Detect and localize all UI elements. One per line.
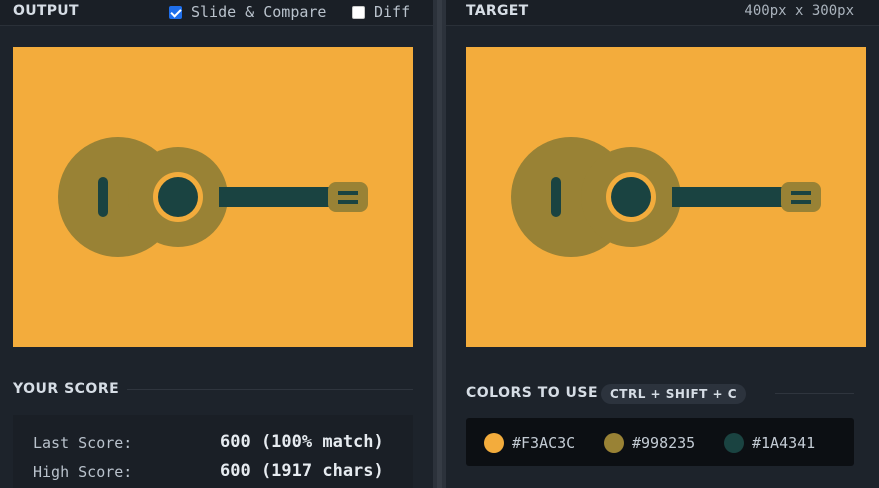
color-dot[interactable] bbox=[724, 433, 744, 453]
guitar-peg-bottom bbox=[791, 200, 811, 204]
copy-colors-shortcut: CTRL + SHIFT + C bbox=[601, 384, 747, 404]
color-swatch[interactable]: #998235 bbox=[604, 433, 695, 453]
guitar-headstock bbox=[328, 182, 368, 212]
output-header: OUTPUT Slide & Compare Diff bbox=[0, 0, 433, 26]
color-hex[interactable]: #1A4341 bbox=[752, 434, 815, 452]
target-title: TARGET bbox=[466, 3, 529, 19]
output-guitar bbox=[58, 137, 368, 257]
color-palette: #F3AC3C #998235 #1A4341 bbox=[466, 418, 854, 466]
colors-title: COLORS TO USE bbox=[466, 385, 599, 401]
slide-compare-toggle[interactable]: Slide & Compare bbox=[169, 3, 326, 21]
diff-label: Diff bbox=[374, 3, 411, 21]
score-box: Last Score: 600 (100% match) High Score:… bbox=[13, 415, 413, 488]
target-panel: TARGET 400px x 300px bbox=[446, 0, 879, 488]
high-score-label: High Score: bbox=[33, 463, 133, 481]
target-guitar bbox=[511, 137, 821, 257]
guitar-headstock bbox=[781, 182, 821, 212]
guitar-bridge bbox=[551, 177, 561, 217]
target-canvas bbox=[466, 47, 866, 347]
color-dot[interactable] bbox=[604, 433, 624, 453]
sound-hole bbox=[158, 177, 198, 217]
diff-toggle[interactable]: Diff bbox=[352, 3, 410, 21]
color-hex[interactable]: #998235 bbox=[632, 434, 695, 452]
color-swatch[interactable]: #1A4341 bbox=[724, 433, 815, 453]
score-title: YOUR SCORE bbox=[13, 381, 120, 397]
guitar-peg-top bbox=[338, 191, 358, 195]
diff-checkbox[interactable] bbox=[352, 5, 365, 19]
color-swatch[interactable]: #F3AC3C bbox=[484, 433, 575, 453]
target-dimensions: 400px x 300px bbox=[744, 3, 854, 19]
score-divider bbox=[127, 389, 413, 390]
high-score-value: 600 (1917 chars) bbox=[220, 461, 384, 481]
slide-compare-checkbox[interactable] bbox=[169, 5, 182, 19]
sound-hole bbox=[611, 177, 651, 217]
last-score-value: 600 (100% match) bbox=[220, 432, 384, 452]
color-dot[interactable] bbox=[484, 433, 504, 453]
target-header: TARGET 400px x 300px bbox=[446, 0, 879, 26]
guitar-bridge bbox=[98, 177, 108, 217]
panel-resize-handle[interactable] bbox=[433, 0, 446, 488]
color-hex[interactable]: #F3AC3C bbox=[512, 434, 575, 452]
output-title: OUTPUT bbox=[13, 3, 79, 19]
output-panel: OUTPUT Slide & Compare Diff YOUR SCORE L… bbox=[0, 0, 433, 488]
guitar-peg-top bbox=[791, 191, 811, 195]
slide-compare-label: Slide & Compare bbox=[191, 3, 327, 21]
colors-divider bbox=[775, 393, 854, 394]
guitar-peg-bottom bbox=[338, 200, 358, 204]
output-canvas[interactable] bbox=[13, 47, 413, 347]
last-score-label: Last Score: bbox=[33, 434, 133, 452]
